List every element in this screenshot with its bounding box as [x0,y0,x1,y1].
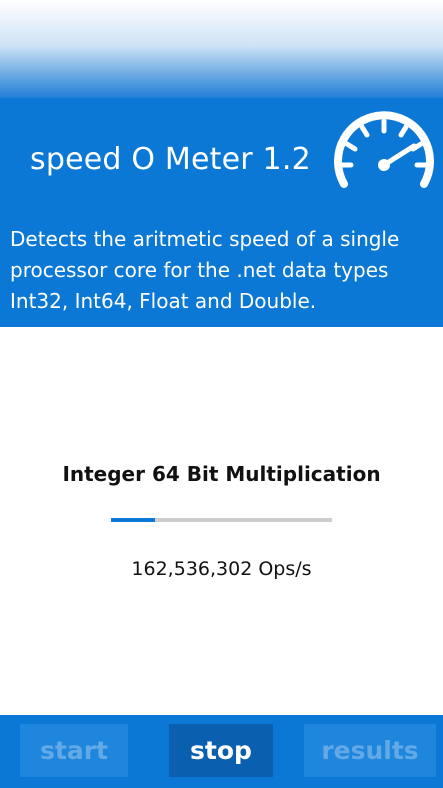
start-button[interactable]: start [20,724,128,777]
current-test-name: Integer 64 Bit Multiplication [62,462,381,486]
app-header: speed O Meter 1.2 Detects the aritmetic … [0,98,443,327]
stop-button[interactable]: stop [169,724,273,777]
bottom-button-bar: start stop results [0,715,443,788]
ops-per-second-value: 162,536,302 Ops/s [131,558,312,580]
speedometer-icon [334,111,434,188]
app-description: Detects the aritmetic speed of a single … [10,227,400,313]
top-gradient-band [0,0,443,100]
results-button[interactable]: results [304,724,436,777]
test-progress-bar [111,518,332,522]
app-title: speed O Meter 1.2 [30,142,311,177]
test-progress-fill [111,518,156,522]
